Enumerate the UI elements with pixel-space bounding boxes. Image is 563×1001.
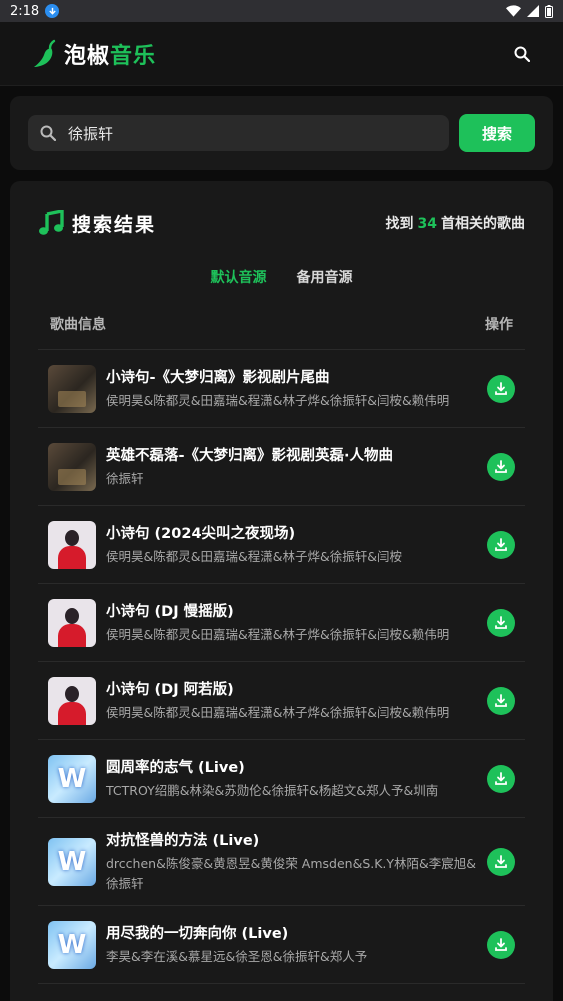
- download-button[interactable]: [487, 374, 515, 403]
- download-icon: [495, 693, 507, 707]
- album-cover: [48, 598, 96, 647]
- song-artist: 侯明昊&陈都灵&田嘉瑞&程潇&林子烨&徐振轩&闫桉&赖伟明: [106, 393, 450, 408]
- song-artist: 徐振轩: [106, 471, 144, 486]
- album-cover: [48, 364, 96, 413]
- download-icon: [495, 937, 507, 951]
- results-title: 搜索结果: [72, 213, 157, 236]
- song-row[interactable]: 小诗句-《大梦归离》影视剧片尾曲侯明昊&陈都灵&田嘉瑞&程潇&林子烨&徐振轩&闫…: [38, 350, 525, 428]
- download-icon: [495, 381, 507, 395]
- column-action: 操作: [485, 317, 513, 333]
- song-title: 用尽我的一切奔向你 (Live): [106, 926, 289, 942]
- search-icon: [40, 125, 56, 141]
- song-title: 圆周率的志气 (Live): [106, 760, 245, 776]
- wifi-icon: [506, 5, 521, 17]
- download-button[interactable]: [487, 686, 515, 715]
- album-cover: [48, 676, 96, 725]
- song-row[interactable]: W 用尽我的一切奔向你 (Live) 李昊&李在溪&慕星远&徐圣恩&徐振轩&郑人予: [38, 906, 525, 984]
- song-artist: 侯明昊&陈都灵&田嘉瑞&程潇&林子烨&徐振轩&闫桉: [106, 549, 402, 564]
- download-button[interactable]: [487, 764, 515, 793]
- results-card: 搜索结果 找到 34 首相关的歌曲 默认音源 备用音源 歌曲信息 操作 小诗句-《大…: [10, 181, 553, 1001]
- results-count: 找到 34 首相关的歌曲: [385, 216, 525, 232]
- song-row[interactable]: W 对抗怪兽的方法 (Live) drcchen&陈俊豪&黄恩昱&黄俊荣 Amsde…: [38, 818, 525, 906]
- tab-default-source[interactable]: 默认音源: [211, 267, 267, 287]
- search-icon: [514, 46, 530, 62]
- album-cover: W: [48, 920, 96, 969]
- table-header: 歌曲信息 操作: [38, 299, 525, 350]
- album-cover: [48, 442, 96, 491]
- song-artist: drcchen&陈俊豪&黄恩昱&黄俊荣 Amsden&S.K.Y林陌&李宸旭&徐…: [106, 856, 477, 891]
- download-icon: [495, 459, 507, 473]
- search-input[interactable]: [66, 123, 437, 143]
- song-info: 英雄不磊落-《大梦归离》影视剧英磊·人物曲 徐振轩: [106, 444, 479, 489]
- song-info: 小诗句-《大梦归离》影视剧片尾曲侯明昊&陈都灵&田嘉瑞&程潇&林子烨&徐振轩&闫…: [106, 366, 479, 411]
- album-cover: W: [48, 754, 96, 803]
- chili-pepper-icon: [34, 39, 56, 67]
- app-name: 泡椒音乐: [64, 43, 157, 69]
- song-title: 小诗句-《大梦归离》影视剧片尾曲: [106, 370, 330, 386]
- tab-backup-source[interactable]: 备用音源: [297, 267, 353, 287]
- song-info: 小诗句 (2024尖叫之夜现场) 侯明昊&陈都灵&田嘉瑞&程潇&林子烨&徐振轩&闫…: [106, 522, 479, 567]
- song-row[interactable]: 小诗句 (DJ 阿若版) 侯明昊&陈都灵&田嘉瑞&程潇&林子烨&徐振轩&闫桉&赖伟…: [38, 662, 525, 740]
- app-header: 泡椒音乐: [0, 22, 563, 86]
- app-logo[interactable]: 泡椒音乐: [32, 38, 156, 70]
- album-cover: W: [48, 837, 96, 886]
- music-note-icon: [39, 210, 64, 235]
- song-artist: 侯明昊&陈都灵&田嘉瑞&程潇&林子烨&徐振轩&闫桉&赖伟明: [106, 627, 450, 642]
- download-icon: [495, 771, 507, 785]
- song-artist: TCTROY绍鹏&林染&苏勋伦&徐振轩&杨超文&郑人予&圳南: [106, 783, 439, 798]
- search-card: 搜索: [10, 96, 553, 170]
- download-icon: [495, 537, 507, 551]
- song-title: 对抗怪兽的方法 (Live): [106, 833, 260, 849]
- download-icon: [495, 615, 507, 629]
- status-bar: 2:18: [0, 0, 563, 22]
- song-info: 用尽我的一切奔向你 (Live) 李昊&李在溪&慕星远&徐圣恩&徐振轩&郑人予: [106, 922, 479, 967]
- download-button[interactable]: [487, 530, 515, 559]
- song-info: 小诗句 (DJ 慢摇版) 侯明昊&陈都灵&田嘉瑞&程潇&林子烨&徐振轩&闫桉&赖伟…: [106, 600, 479, 645]
- signal-icon: [527, 5, 539, 17]
- battery-icon: [545, 4, 553, 18]
- song-title: 小诗句 (DJ 慢摇版): [106, 604, 234, 620]
- status-time: 2:18: [10, 3, 40, 19]
- song-title: 英雄不磊落-《大梦归离》影视剧英磊·人物曲: [106, 448, 394, 464]
- download-button[interactable]: [487, 847, 515, 876]
- song-artist: 侯明昊&陈都灵&田嘉瑞&程潇&林子烨&徐振轩&闫桉&赖伟明: [106, 705, 450, 720]
- song-row[interactable]: W 圆周率的志气 (Live) TCTROY绍鹏&林染&苏勋伦&徐振轩&杨超文&郑人…: [38, 740, 525, 818]
- song-row[interactable]: 小诗句 (2024尖叫之夜现场) 侯明昊&陈都灵&田嘉瑞&程潇&林子烨&徐振轩&闫…: [38, 506, 525, 584]
- song-info: 对抗怪兽的方法 (Live) drcchen&陈俊豪&黄恩昱&黄俊荣 Amsden…: [106, 829, 479, 894]
- download-button[interactable]: [487, 608, 515, 637]
- album-cover: [48, 520, 96, 569]
- song-row[interactable]: 英雄不磊落-《大梦归离》影视剧英磊·人物曲 徐振轩: [38, 428, 525, 506]
- search-button[interactable]: 搜索: [459, 114, 535, 152]
- song-title: 小诗句 (2024尖叫之夜现场): [106, 526, 296, 542]
- download-button[interactable]: [487, 452, 515, 481]
- song-list: 小诗句-《大梦归离》影视剧片尾曲侯明昊&陈都灵&田嘉瑞&程潇&林子烨&徐振轩&闫…: [38, 350, 525, 984]
- song-info: 圆周率的志气 (Live) TCTROY绍鹏&林染&苏勋伦&徐振轩&杨超文&郑人予…: [106, 756, 479, 801]
- song-title: 小诗句 (DJ 阿若版): [106, 682, 234, 698]
- song-info: 小诗句 (DJ 阿若版) 侯明昊&陈都灵&田嘉瑞&程潇&林子烨&徐振轩&闫桉&赖伟…: [106, 678, 479, 723]
- download-icon: [495, 854, 507, 868]
- song-artist: 李昊&李在溪&慕星远&徐圣恩&徐振轩&郑人予: [106, 949, 368, 964]
- download-notification-icon: [45, 4, 60, 18]
- results-header: 搜索结果 找到 34 首相关的歌曲: [38, 181, 525, 265]
- source-tabs: 默认音源 备用音源: [38, 261, 525, 293]
- song-row[interactable]: 小诗句 (DJ 慢摇版) 侯明昊&陈都灵&田嘉瑞&程潇&林子烨&徐振轩&闫桉&赖伟…: [38, 584, 525, 662]
- download-button[interactable]: [487, 930, 515, 959]
- search-box[interactable]: [28, 115, 449, 151]
- header-search-button[interactable]: [507, 39, 537, 69]
- column-song-info: 歌曲信息: [50, 317, 106, 333]
